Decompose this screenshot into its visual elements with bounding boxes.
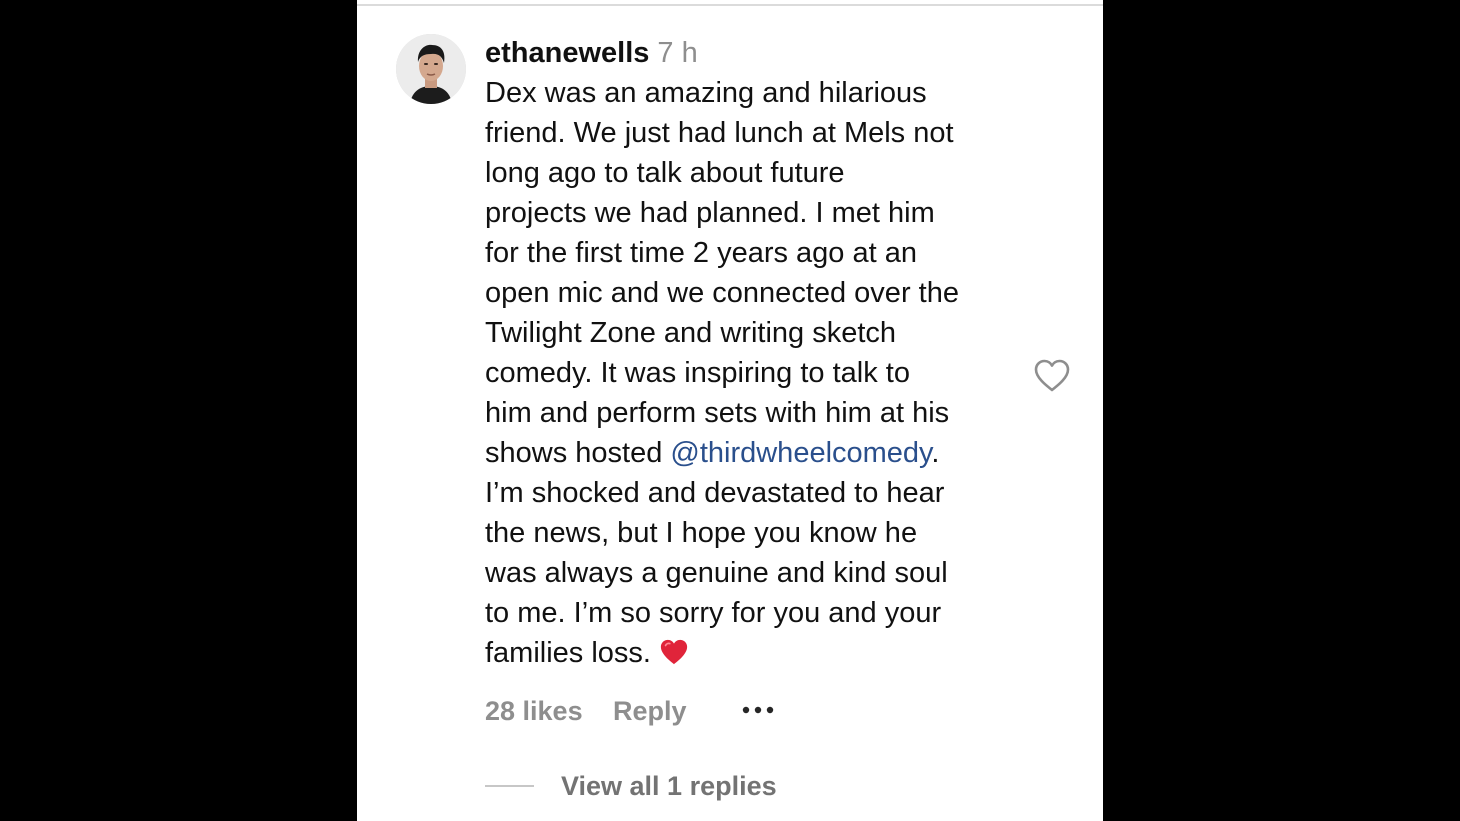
- comment-header: ethanewells 7 h: [485, 33, 1045, 73]
- comment-panel: ethanewells 7 h Dex was an amazing and hi…: [357, 0, 1103, 821]
- more-options-icon[interactable]: [740, 698, 776, 722]
- likes-count[interactable]: 28 likes: [485, 690, 583, 732]
- comment-username[interactable]: ethanewells: [485, 37, 649, 69]
- screen-backdrop: ethanewells 7 h Dex was an amazing and hi…: [0, 0, 1460, 821]
- mention-suffix: .: [931, 437, 940, 469]
- user-avatar[interactable]: [396, 34, 466, 104]
- comment-text-line: for the first time 2 years ago at an: [485, 237, 917, 269]
- comment-text-line: Dex was an amazing and hilarious: [485, 77, 927, 109]
- comment-text-line: to me. I’m so sorry for you and your: [485, 597, 942, 629]
- mention-link[interactable]: @thirdwheelcomedy: [670, 437, 931, 469]
- comment-text-line: long ago to talk about future: [485, 157, 845, 189]
- comment-mention-line: shows hosted @thirdwheelcomedy.: [485, 433, 1045, 473]
- heart-outline-icon[interactable]: [1033, 358, 1071, 394]
- top-divider: [357, 4, 1103, 6]
- comment-text-line: him and perform sets with him at his: [485, 397, 950, 429]
- comment-body: ethanewells 7 h Dex was an amazing and hi…: [485, 33, 1045, 673]
- replies-divider: [485, 785, 534, 787]
- comment-text-line: projects we had planned. I met him: [485, 197, 935, 229]
- comment-text-end: families loss.: [485, 637, 651, 669]
- avatar-portrait-icon: [396, 34, 466, 104]
- red-heart-emoji-icon: [660, 639, 688, 665]
- mention-prefix: shows hosted: [485, 437, 671, 469]
- comment-text-line: Twilight Zone and writing sketch: [485, 317, 897, 349]
- comment-text-line: I’m shocked and devastated to hear: [485, 477, 945, 509]
- comment-text-line: comedy. It was inspiring to talk to: [485, 357, 910, 389]
- comment-last-line: families loss.: [485, 633, 1045, 673]
- reply-button[interactable]: Reply: [613, 690, 687, 732]
- comment-text-line: open mic and we connected over the: [485, 277, 959, 309]
- comment-timestamp: 7 h: [657, 37, 698, 69]
- view-replies-button[interactable]: View all 1 replies: [561, 766, 777, 806]
- comment-text-line: was always a genuine and kind soul: [485, 557, 948, 589]
- comment-text-line: friend. We just had lunch at Mels not: [485, 117, 954, 149]
- comment-text-line: the news, but I hope you know he: [485, 517, 918, 549]
